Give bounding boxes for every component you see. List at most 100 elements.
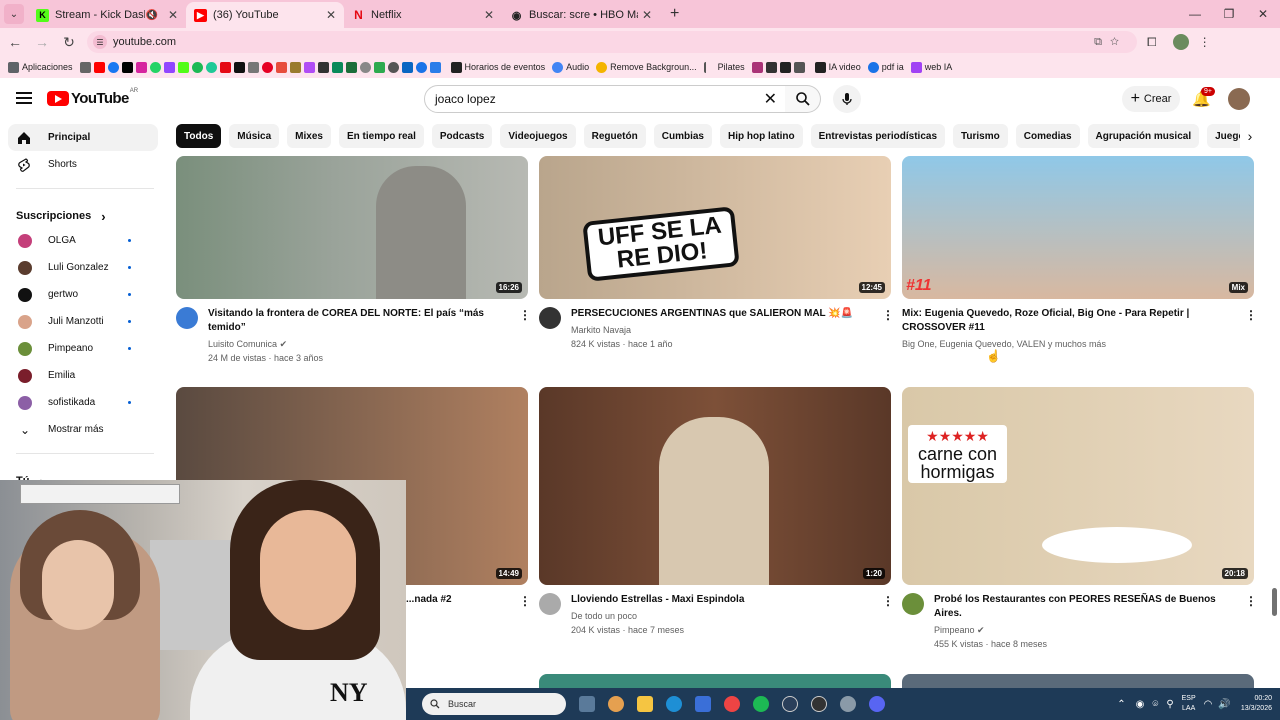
steam-icon[interactable] (782, 696, 798, 712)
channel-avatar[interactable] (539, 593, 561, 615)
tab-kick[interactable]: K Stream - Kick Dashboard 🔇 ✕ (28, 2, 186, 28)
chip[interactable]: Reguetón (583, 124, 646, 148)
bookmark-aplicaciones[interactable]: Aplicaciones (8, 61, 73, 73)
task-view-icon[interactable] (579, 696, 595, 712)
bookmark-ia-video[interactable]: IA video (814, 61, 861, 73)
sidebar-sub-juli[interactable]: Juli Manzotti (8, 308, 158, 335)
chip[interactable]: Agrupación musical (1087, 124, 1200, 148)
network-tray-icon[interactable]: ⌾ (1152, 699, 1158, 710)
wifi-icon[interactable]: ◠ (1204, 699, 1213, 710)
more-actions-icon[interactable]: ⋮ (1245, 594, 1257, 608)
video-thumbnail[interactable]: UFF SE LA RE DIO! 12:45 (539, 156, 891, 299)
new-tab-icon[interactable]: + (670, 5, 679, 23)
site-info-icon[interactable]: ☰ (93, 35, 107, 49)
sidebar-sub-emilia[interactable]: Emilia (8, 362, 158, 389)
bookmark-pdf-ia[interactable]: pdf ia (867, 61, 904, 73)
chip[interactable]: Música (229, 124, 280, 148)
language-indicator[interactable]: ESP LAA (1182, 694, 1196, 714)
hamburger-menu-icon[interactable] (16, 92, 32, 104)
tab-search-button[interactable]: ⌄ (4, 4, 24, 24)
volume-icon[interactable]: 🔊 (1218, 699, 1230, 710)
extensions-icon[interactable]: ⧠ (1147, 35, 1157, 50)
video-thumbnail[interactable]: #11 Mix (902, 156, 1254, 299)
youtube-logo[interactable]: YouTube AR (47, 88, 138, 107)
channel-name[interactable]: Markito Navaja (571, 323, 853, 337)
more-actions-icon[interactable]: ⋮ (1245, 308, 1257, 322)
chip[interactable]: En tiempo real (338, 124, 424, 148)
sidebar-sub-luli[interactable]: Luli Gonzalez (8, 254, 158, 281)
subscriptions-header[interactable]: Suscripciones › (8, 205, 158, 227)
search-input[interactable]: joaco lopez ✕ (424, 85, 786, 113)
bookmark-horarios[interactable]: Horarios de eventos (450, 61, 545, 73)
minimize-icon[interactable]: — (1178, 0, 1212, 28)
close-window-icon[interactable]: ✕ (1246, 0, 1280, 28)
search-button[interactable] (785, 85, 821, 113)
close-icon[interactable]: ✕ (326, 8, 336, 22)
chevron-up-icon[interactable]: ⌃ (1117, 699, 1125, 710)
bookmark-web-ia[interactable]: web IA (910, 61, 952, 73)
video-thumbnail[interactable] (539, 674, 891, 688)
chip[interactable]: Entrevistas periodísticas (810, 124, 946, 148)
sidebar-sub-gertwo[interactable]: gertwo (8, 281, 158, 308)
channel-name[interactable]: De todo un poco (571, 609, 744, 623)
video-title[interactable]: ...nada #2 (406, 593, 452, 607)
video-title[interactable]: Lloviendo Estrellas - Maxi Espindola (571, 593, 744, 607)
file-explorer-icon[interactable] (637, 696, 653, 712)
more-actions-icon[interactable]: ⋮ (882, 308, 894, 322)
close-icon[interactable]: ✕ (642, 8, 652, 22)
video-title[interactable]: Visitando la frontera de COREA DEL NORTE… (208, 307, 484, 335)
video-title[interactable]: Mix: Eugenia Quevedo, Roze Oficial, Big … (902, 307, 1189, 335)
chip[interactable]: Cumbias (653, 124, 712, 148)
bookmark-audio[interactable]: Audio (552, 61, 589, 73)
profile-avatar[interactable] (1172, 34, 1189, 50)
mic-tray-icon[interactable]: ⚲ (1166, 699, 1173, 710)
tab-hbo[interactable]: ◉ Buscar: scre • HBO Max ✕ (502, 2, 660, 28)
channel-avatar[interactable] (902, 593, 924, 615)
video-thumbnail[interactable]: 16:26 (176, 156, 528, 299)
restore-icon[interactable]: ❐ (1212, 0, 1246, 28)
bookmark-pilates[interactable]: Pilates (703, 61, 745, 73)
channel-avatar[interactable] (176, 307, 198, 329)
chip[interactable]: Mixes (287, 124, 331, 148)
sidebar-sub-olga[interactable]: OLGA (8, 227, 158, 254)
chevron-right-icon[interactable]: › (1240, 124, 1260, 148)
close-icon[interactable]: ✕ (484, 8, 494, 22)
bookmark-remove-bg[interactable]: Remove Backgroun... (596, 61, 697, 73)
store-icon[interactable] (695, 696, 711, 712)
muted-speaker-icon[interactable]: 🔇 (145, 10, 157, 21)
tab-netflix[interactable]: N Netflix ✕ (344, 2, 502, 28)
channel-name[interactable]: Big One, Eugenia Quevedo, VALEN y muchos… (902, 337, 1189, 351)
video-thumbnail[interactable]: 1:20 (539, 387, 891, 585)
more-actions-icon[interactable]: ⋮ (519, 594, 531, 608)
chip[interactable]: Podcasts (431, 124, 493, 148)
obs-icon[interactable] (811, 696, 827, 712)
channel-name[interactable]: Luisito Comunica ✔ (208, 337, 484, 351)
video-title[interactable]: PERSECUCIONES ARGENTINAS que SALIERON MA… (571, 307, 853, 321)
sidebar-sub-pimpeano[interactable]: Pimpeano (8, 335, 158, 362)
clear-search-icon[interactable]: ✕ (764, 89, 777, 109)
back-icon[interactable]: ← (3, 34, 27, 50)
channel-avatar[interactable] (539, 307, 561, 329)
chip-todos[interactable]: Todos (176, 124, 222, 148)
sidebar-item-principal[interactable]: Principal (8, 124, 158, 151)
app-icon[interactable] (840, 696, 856, 712)
chrome-icon[interactable] (724, 696, 740, 712)
scrollbar-thumb[interactable] (1272, 588, 1277, 616)
discord-tray-icon[interactable]: ◉ (1136, 699, 1145, 710)
url-bar[interactable]: ☰ youtube.com ⧉☆ (87, 31, 1137, 53)
forward-icon[interactable]: → (30, 34, 54, 50)
reload-icon[interactable]: ↻ (57, 34, 81, 51)
copilot-icon[interactable] (608, 696, 624, 712)
sidebar-sub-sofistikada[interactable]: sofistikada (8, 389, 158, 416)
more-actions-icon[interactable]: ⋮ (882, 594, 894, 608)
create-button[interactable]: + Crear (1122, 86, 1180, 112)
video-thumbnail[interactable] (902, 674, 1254, 688)
video-title[interactable]: Probé los Restaurantes con PEORES RESEÑA… (934, 593, 1216, 621)
edge-icon[interactable] (666, 696, 682, 712)
tab-youtube[interactable]: ▶ (36) YouTube ✕ (186, 2, 344, 28)
discord-icon[interactable] (869, 696, 885, 712)
voice-search-button[interactable] (833, 85, 861, 113)
spotify-icon[interactable] (753, 696, 769, 712)
close-icon[interactable]: ✕ (168, 8, 178, 22)
account-avatar[interactable] (1228, 88, 1250, 110)
